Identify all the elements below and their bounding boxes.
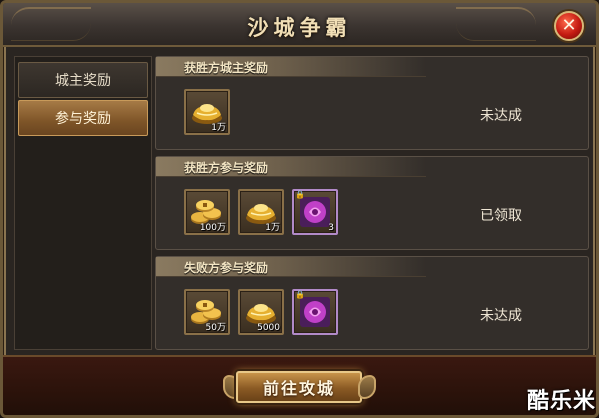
item-quantity: 3 [328,223,334,233]
reward-item-gold-ingot[interactable]: 1万 [184,89,230,135]
panel-title: 获胜方城主奖励 [184,61,269,75]
dragon-ornament-right-icon [358,375,376,399]
panel-title: 获胜方参与奖励 [184,161,269,175]
reward-item-skill-book[interactable]: 🔒 3 [292,189,338,235]
reward-item-gold-ingot[interactable]: 1万 [238,189,284,235]
reward-category-sidebar: 城主奖励 参与奖励 [14,56,152,350]
reward-status: 未达成 [480,308,522,324]
reward-status: 未达成 [480,108,522,124]
sand-city-dialog: 沙城争霸 ✕ 城主奖励 参与奖励 获胜方城主奖励 1万 未达成 获胜方参与奖励 … [0,0,599,418]
reward-item-skill-book[interactable]: 🔒 [292,289,338,335]
panel-header: 获胜方城主奖励 [156,57,426,77]
item-quantity: 1万 [211,123,226,133]
item-quantity: 1万 [265,223,280,233]
lock-icon: 🔒 [295,290,305,299]
reward-panel-winner-lord: 获胜方城主奖励 1万 未达成 [155,56,589,150]
tab-participation-rewards[interactable]: 参与奖励 [18,100,148,136]
footer-bar: 前往攻城 酷乐米 [3,355,596,415]
close-button[interactable]: ✕ [554,11,584,41]
title-bar: 沙城争霸 ✕ [3,3,596,47]
panel-header: 失败方参与奖励 [156,257,426,277]
item-quantity: 100万 [199,223,226,233]
reward-status: 已领取 [480,208,522,224]
panel-title: 失败方参与奖励 [184,261,269,275]
item-quantity: 50万 [205,323,226,333]
reward-item-gold-coins[interactable]: 100万 [184,189,230,235]
panel-header: 获胜方参与奖励 [156,157,426,177]
reward-item-gold-ingot[interactable]: 5000 [238,289,284,335]
reward-panel-winner-participation: 获胜方参与奖励 100万 1万 🔒 3 已领取 [155,156,589,250]
reward-list: 获胜方城主奖励 1万 未达成 获胜方参与奖励 100万 1万 🔒 3 已领取 失… [155,56,589,352]
lock-icon: 🔒 [295,190,305,199]
tab-label: 参与奖励 [55,111,111,127]
go-attack-city-button[interactable]: 前往攻城 [236,371,362,403]
reward-item-gold-coins[interactable]: 50万 [184,289,230,335]
dialog-title: 沙城争霸 [247,16,352,40]
tab-lord-rewards[interactable]: 城主奖励 [18,62,148,98]
reward-panel-loser-participation: 失败方参与奖励 50万 5000 🔒 未达成 [155,256,589,350]
item-quantity: 5000 [257,323,280,333]
watermark-logo: 酷乐米 [526,389,596,414]
tab-label: 城主奖励 [55,73,111,89]
close-icon: ✕ [561,15,577,36]
